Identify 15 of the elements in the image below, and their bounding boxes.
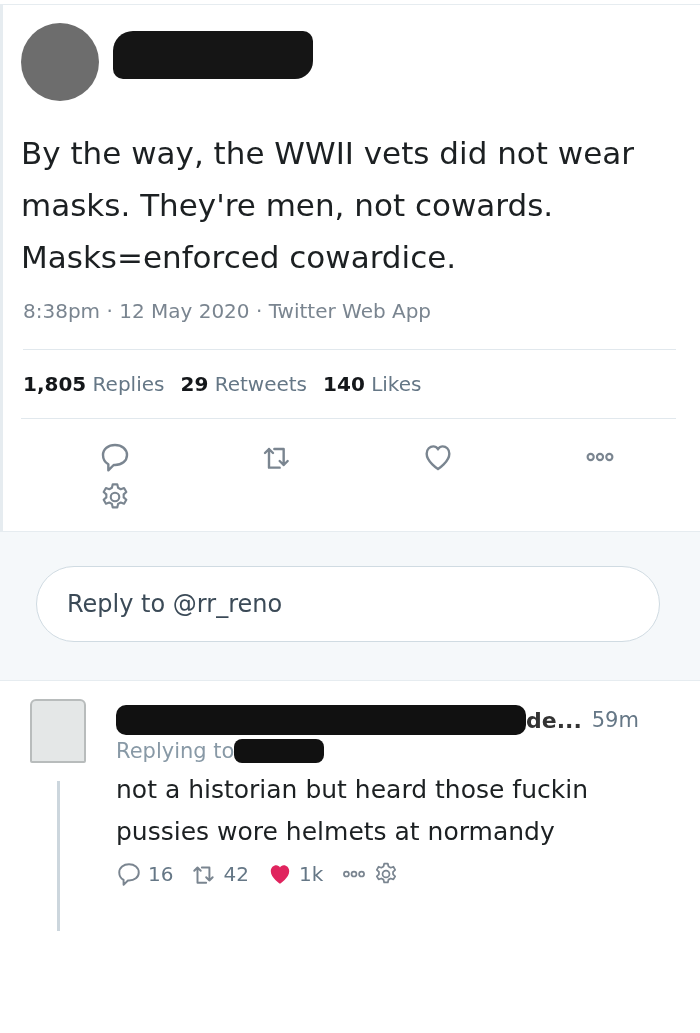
reply-text: not a historian but heard those fuckin pussies wore helmets at normandy: [116, 774, 590, 848]
reply-field[interactable]: Reply to @rr_reno: [36, 566, 660, 642]
stat-link[interactable]: 1,805 Replies: [23, 372, 165, 396]
tweet-text: By the way, the WWII vets did not wear masks. They're men, not cowards. Masks=enforced cowardice.: [21, 134, 635, 277]
retweet-count: 42: [223, 862, 249, 886]
author-name[interactable]: de...: [526, 707, 582, 733]
reply-icon[interactable]: [99, 441, 131, 473]
reply-count: 16: [148, 862, 174, 886]
reply-time: 59m: [591, 708, 639, 732]
stat-link[interactable]: 29 Retweets: [180, 372, 308, 396]
tweet-timestamp: 8:38pm · 12 May 2020 · Twitter Web App: [23, 299, 676, 350]
reply-icon[interactable]: [116, 861, 142, 887]
like-count: 1k: [298, 862, 324, 886]
replying-to-label: Replying to: [116, 739, 235, 763]
stat-link[interactable]: 140 Likes: [323, 372, 422, 396]
